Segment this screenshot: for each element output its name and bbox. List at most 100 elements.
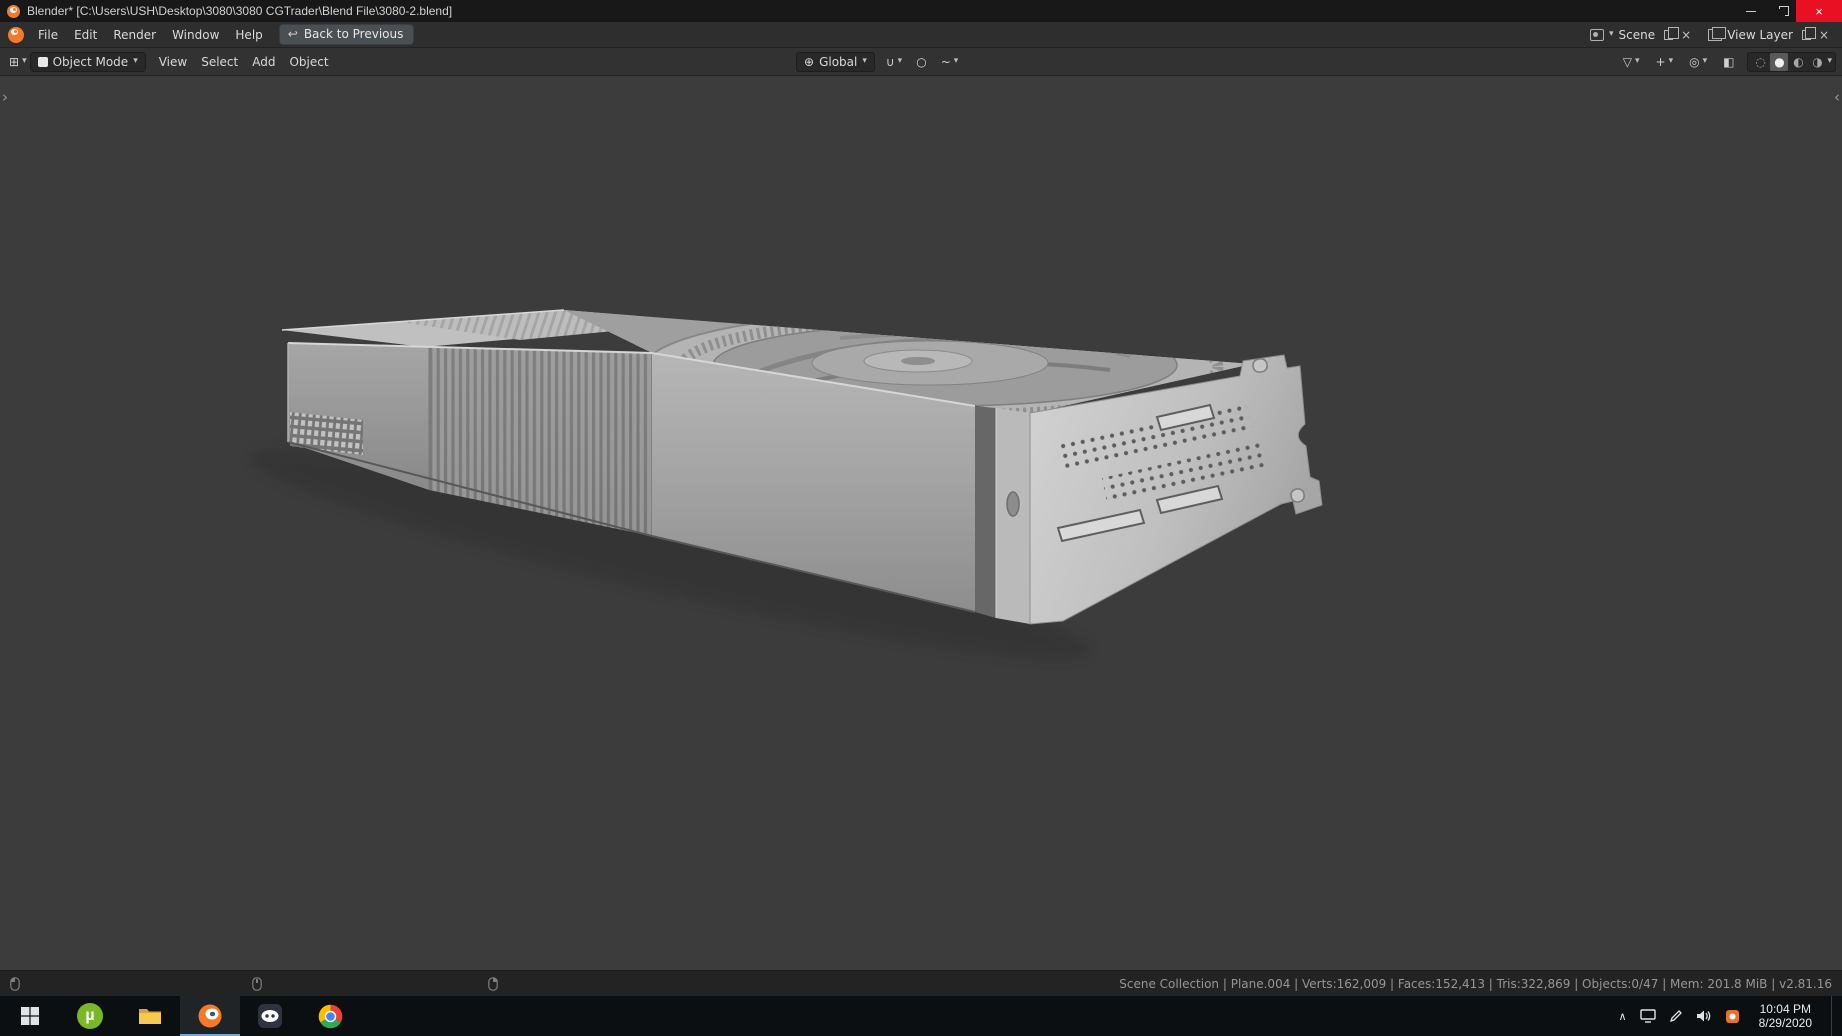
mode-caret: ▾: [133, 56, 138, 66]
3d-viewport[interactable]: › ‹: [0, 76, 1842, 970]
show-desktop-button[interactable]: [1831, 996, 1838, 1036]
xray-icon: ◧: [1723, 54, 1735, 69]
object-mode-icon: [37, 56, 48, 67]
unlink-scene-button[interactable]: ×: [1678, 28, 1694, 42]
menu-edit[interactable]: Edit: [66, 25, 105, 45]
toolbar-toggle-arrow[interactable]: ›: [2, 90, 8, 105]
mode-label: Object Mode: [52, 54, 129, 69]
tray-chevron-up-icon[interactable]: ∧: [1619, 1010, 1627, 1023]
shading-solid-button[interactable]: ●: [1770, 52, 1789, 71]
xray-toggle[interactable]: ◧: [1720, 53, 1737, 71]
overlays-icon: ◎: [1689, 54, 1700, 69]
blender-app-icon: [7, 4, 20, 18]
snap-toggle-button[interactable]: ∪ ▾: [883, 53, 905, 71]
orientation-globe-icon: ⊕: [804, 54, 815, 69]
scene-name-field[interactable]: Scene: [1619, 28, 1656, 42]
tray-pen-icon[interactable]: [1669, 1009, 1683, 1023]
gpu-model[interactable]: [0, 76, 1842, 970]
magnet-icon: ∪: [885, 54, 895, 69]
gizmos-button[interactable]: + ▾: [1653, 53, 1677, 71]
falloff-wave-icon: ~: [940, 54, 951, 69]
editor-type-icon: ⊞: [9, 54, 20, 69]
back-icon: ↩: [287, 27, 298, 41]
scene-icon[interactable]: [1590, 28, 1604, 41]
discord-icon: [258, 1004, 282, 1028]
snap-caret: ▾: [897, 56, 903, 66]
mouse-right-icon: [488, 977, 498, 991]
view-layer-name-field[interactable]: View Layer: [1727, 28, 1793, 42]
blender-window: Blender* [C:\Users\USH\Desktop\3080\3080…: [0, 0, 1842, 1036]
taskbar-discord-button[interactable]: [240, 996, 300, 1036]
taskbar-explorer-button[interactable]: [120, 996, 180, 1036]
tray-display-icon[interactable]: [1639, 1009, 1656, 1023]
window-title: Blender* [C:\Users\USH\Desktop\3080\3080…: [27, 4, 453, 18]
view-layer-selector: View Layer ×: [1704, 26, 1836, 43]
menu-select[interactable]: Select: [194, 52, 245, 72]
minimize-button[interactable]: [1736, 0, 1766, 22]
visibility-funnel-icon: ▽: [1622, 54, 1632, 69]
tray-app-icon[interactable]: [1725, 1009, 1740, 1024]
editor-type-caret: ▾: [22, 56, 27, 66]
taskbar-chrome-button[interactable]: [300, 996, 360, 1036]
clock-time: 10:04 PM: [1759, 1002, 1811, 1016]
windows-logo-icon: [21, 1007, 39, 1025]
back-to-previous-label: Back to Previous: [303, 27, 404, 41]
minimize-icon: [1746, 10, 1756, 12]
menu-file[interactable]: File: [30, 25, 66, 45]
proportional-editing-toggle[interactable]: ○: [913, 53, 929, 71]
blender-statusbar: Scene Collection | Plane.004 | Verts:162…: [0, 970, 1842, 996]
shading-rendered-button[interactable]: ◑: [1808, 53, 1826, 71]
transform-orientation-dropdown[interactable]: ⊕ Global ▾: [796, 51, 875, 72]
shading-dropdown-caret[interactable]: ▾: [1827, 57, 1832, 66]
new-scene-icon[interactable]: [1664, 26, 1679, 40]
shading-wireframe-button[interactable]: ◌: [1751, 53, 1769, 71]
mouse-middle-icon: [252, 977, 262, 991]
orientation-label: Global: [819, 54, 858, 69]
menu-view[interactable]: View: [152, 52, 194, 72]
scene-selector: ▾ Scene ×: [1586, 26, 1698, 43]
menu-help[interactable]: Help: [227, 25, 270, 45]
clock-date: 8/29/2020: [1758, 1016, 1812, 1030]
taskbar-utorrent-button[interactable]: µ: [60, 996, 120, 1036]
new-view-layer-icon[interactable]: [1801, 26, 1817, 40]
topbar-right: ▾ Scene × View Layer ×: [1586, 26, 1836, 43]
back-to-previous-button[interactable]: ↩ Back to Previous: [278, 24, 415, 45]
shading-material-button[interactable]: ◐: [1789, 53, 1807, 71]
mode-selector[interactable]: Object Mode ▾: [29, 51, 146, 72]
tray-volume-icon[interactable]: [1696, 1009, 1712, 1023]
orientation-caret: ▾: [862, 56, 867, 66]
viewport-right-tools: ▽ ▾ + ▾ ◎ ▾ ◧ ◌ ● ◐ ◑ ▾: [1620, 51, 1836, 72]
overlays-button[interactable]: ◎ ▾: [1686, 53, 1710, 71]
titlebar: Blender* [C:\Users\USH\Desktop\3080\3080…: [0, 0, 1842, 22]
gizmo-icon: +: [1655, 54, 1666, 69]
blender-menu-icon[interactable]: [8, 26, 24, 43]
gizmos-caret: ▾: [1668, 56, 1674, 66]
window-controls: ×: [1736, 0, 1842, 22]
restore-icon: [1777, 5, 1789, 17]
editor-type-button[interactable]: ⊞ ▾: [6, 53, 30, 71]
visibility-caret: ▾: [1634, 56, 1640, 66]
view-layer-icon[interactable]: [1708, 26, 1727, 41]
viewport-menus: View Select Add Object: [152, 52, 336, 72]
sidebar-toggle-arrow[interactable]: ‹: [1834, 90, 1840, 105]
scene-browse-caret[interactable]: ▾: [1609, 30, 1614, 39]
taskbar-blender-button[interactable]: [180, 996, 240, 1036]
proportional-falloff-dropdown[interactable]: ~ ▾: [938, 53, 962, 71]
viewport-header: ⊞ ▾ Object Mode ▾ View Select Add Object…: [0, 48, 1842, 76]
menu-window[interactable]: Window: [164, 25, 227, 45]
menu-object[interactable]: Object: [282, 52, 335, 72]
mouse-left-icon: [10, 977, 20, 991]
object-visibility-button[interactable]: ▽ ▾: [1620, 53, 1643, 71]
remove-view-layer-button[interactable]: ×: [1816, 28, 1832, 42]
viewport-center-tools: ⊕ Global ▾ ∪ ▾ ○ ~ ▾: [796, 51, 962, 72]
blender-taskbar-icon: [198, 1004, 222, 1028]
maximize-button[interactable]: [1766, 0, 1796, 22]
utorrent-icon: µ: [77, 1003, 103, 1029]
start-button[interactable]: [0, 996, 60, 1036]
shading-mode-group: ◌ ● ◐ ◑ ▾: [1747, 51, 1836, 72]
menu-add[interactable]: Add: [245, 52, 282, 72]
menu-render[interactable]: Render: [105, 25, 164, 45]
taskbar-clock[interactable]: 10:04 PM 8/29/2020: [1759, 1002, 1812, 1030]
close-button[interactable]: ×: [1796, 0, 1842, 22]
overlays-caret: ▾: [1702, 56, 1708, 66]
